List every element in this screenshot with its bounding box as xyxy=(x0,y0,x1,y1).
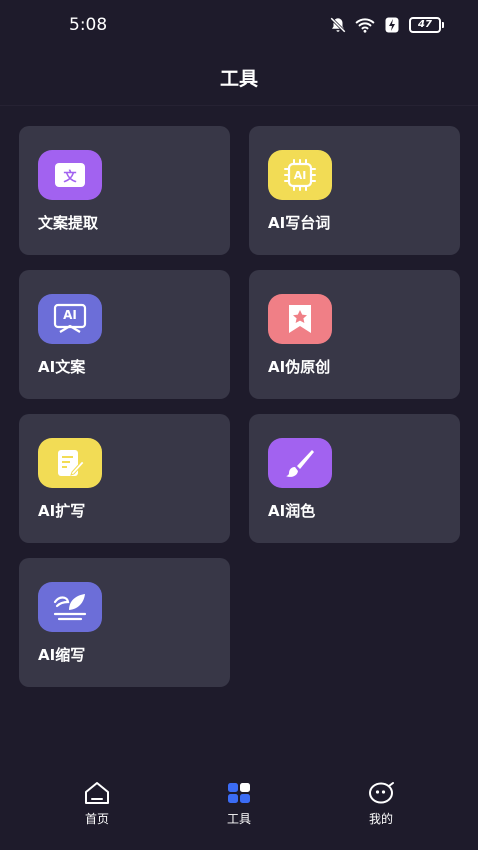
battery-icon: 47 xyxy=(409,17,444,33)
tool-card-ai-rewrite[interactable]: AI伪原创 xyxy=(249,270,460,399)
status-bar: 5:08 47 xyxy=(0,0,478,50)
tool-card-ai-polish[interactable]: AI润色 xyxy=(249,414,460,543)
note-pen-icon xyxy=(38,438,102,488)
tool-card-ai-expand[interactable]: AI扩写 xyxy=(19,414,230,543)
wifi-icon xyxy=(355,15,375,35)
ai-chip-glyph: AI xyxy=(293,168,307,182)
tool-label: AI润色 xyxy=(268,502,316,520)
tab-tools[interactable]: 工具 xyxy=(194,780,284,827)
tool-card-ai-abbreviate[interactable]: AI缩写 xyxy=(19,558,230,687)
tab-tools-label: 工具 xyxy=(226,812,251,826)
text-extract-icon: 文 xyxy=(38,150,102,200)
tool-card-text-extract[interactable]: 文 文案提取 xyxy=(19,126,230,255)
tool-card-ai-script[interactable]: AI AI写台词 xyxy=(249,126,460,255)
tools-screen: 5:08 47 工具 文 文案提取 AI AI写台词 AI AI文案 AI伪原创… xyxy=(0,0,478,850)
tab-profile[interactable]: 我的 xyxy=(336,780,426,827)
tool-label: AI扩写 xyxy=(38,502,86,520)
bookmark-star-icon xyxy=(268,294,332,344)
brush-icon xyxy=(268,438,332,488)
ai-copywriting-glyph: AI xyxy=(63,308,77,322)
tool-label: AI写台词 xyxy=(268,214,331,232)
tool-card-ai-copywriting[interactable]: AI AI文案 xyxy=(19,270,230,399)
text-extract-glyph: 文 xyxy=(63,169,77,185)
mute-bell-icon xyxy=(328,15,348,35)
home-icon xyxy=(52,780,142,806)
profile-icon xyxy=(336,780,426,806)
status-icons: 47 xyxy=(328,15,444,35)
tool-label: AI缩写 xyxy=(38,646,86,664)
tab-home[interactable]: 首页 xyxy=(52,780,142,827)
tab-home-label: 首页 xyxy=(84,812,109,826)
charging-icon xyxy=(382,15,402,35)
ai-chip-icon: AI xyxy=(268,150,332,200)
feather-icon xyxy=(38,582,102,632)
battery-level: 47 xyxy=(409,17,441,33)
header: 工具 xyxy=(0,50,478,106)
bottom-tab-bar: 首页 工具 我的 xyxy=(0,770,478,850)
tool-label: 文案提取 xyxy=(38,214,99,232)
ai-copywriting-icon: AI xyxy=(38,294,102,344)
tool-label: AI伪原创 xyxy=(268,358,331,376)
page-title: 工具 xyxy=(219,68,258,90)
tools-icon xyxy=(194,780,284,806)
status-time: 5:08 xyxy=(69,15,108,35)
tab-profile-label: 我的 xyxy=(368,812,393,826)
tool-label: AI文案 xyxy=(38,358,86,376)
